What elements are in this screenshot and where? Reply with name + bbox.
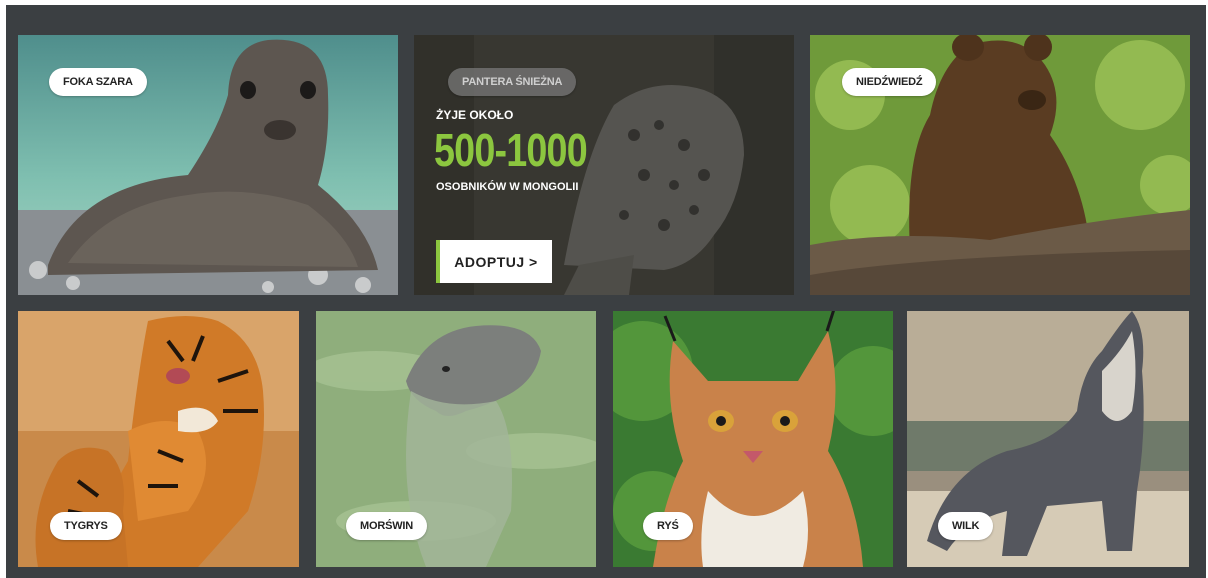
tile-wolf[interactable]: WILK: [907, 311, 1189, 567]
label-tygrys[interactable]: TYGRYS: [50, 512, 122, 540]
tile-bear[interactable]: NIEDŹWIEDŹ: [810, 35, 1190, 295]
population-prefix: ŻYJE OKOŁO: [436, 108, 514, 122]
population-count: 500-1000: [434, 124, 588, 176]
tile-seal[interactable]: FOKA SZARA: [18, 35, 398, 295]
label-niedzwiedz[interactable]: NIEDŹWIEDŹ: [842, 68, 937, 96]
label-morswin[interactable]: MORŚWIN: [346, 512, 427, 540]
label-pantera-sniezna: PANTERA ŚNIEŻNA: [448, 68, 577, 96]
population-suffix: OSOBNIKÓW W MONGOLII: [436, 181, 579, 193]
label-rys[interactable]: RYŚ: [643, 512, 693, 540]
tile-tiger[interactable]: TYGRYS: [18, 311, 299, 567]
adopt-button[interactable]: ADOPTUJ >: [436, 240, 552, 283]
label-wilk[interactable]: WILK: [938, 512, 994, 540]
tile-snow-leopard: PANTERA ŚNIEŻNA ŻYJE OKOŁO 500-1000 OSOB…: [414, 35, 794, 295]
tile-lynx[interactable]: RYŚ: [613, 311, 893, 567]
label-foka-szara[interactable]: FOKA SZARA: [49, 68, 147, 96]
tile-porpoise[interactable]: MORŚWIN: [316, 311, 596, 567]
